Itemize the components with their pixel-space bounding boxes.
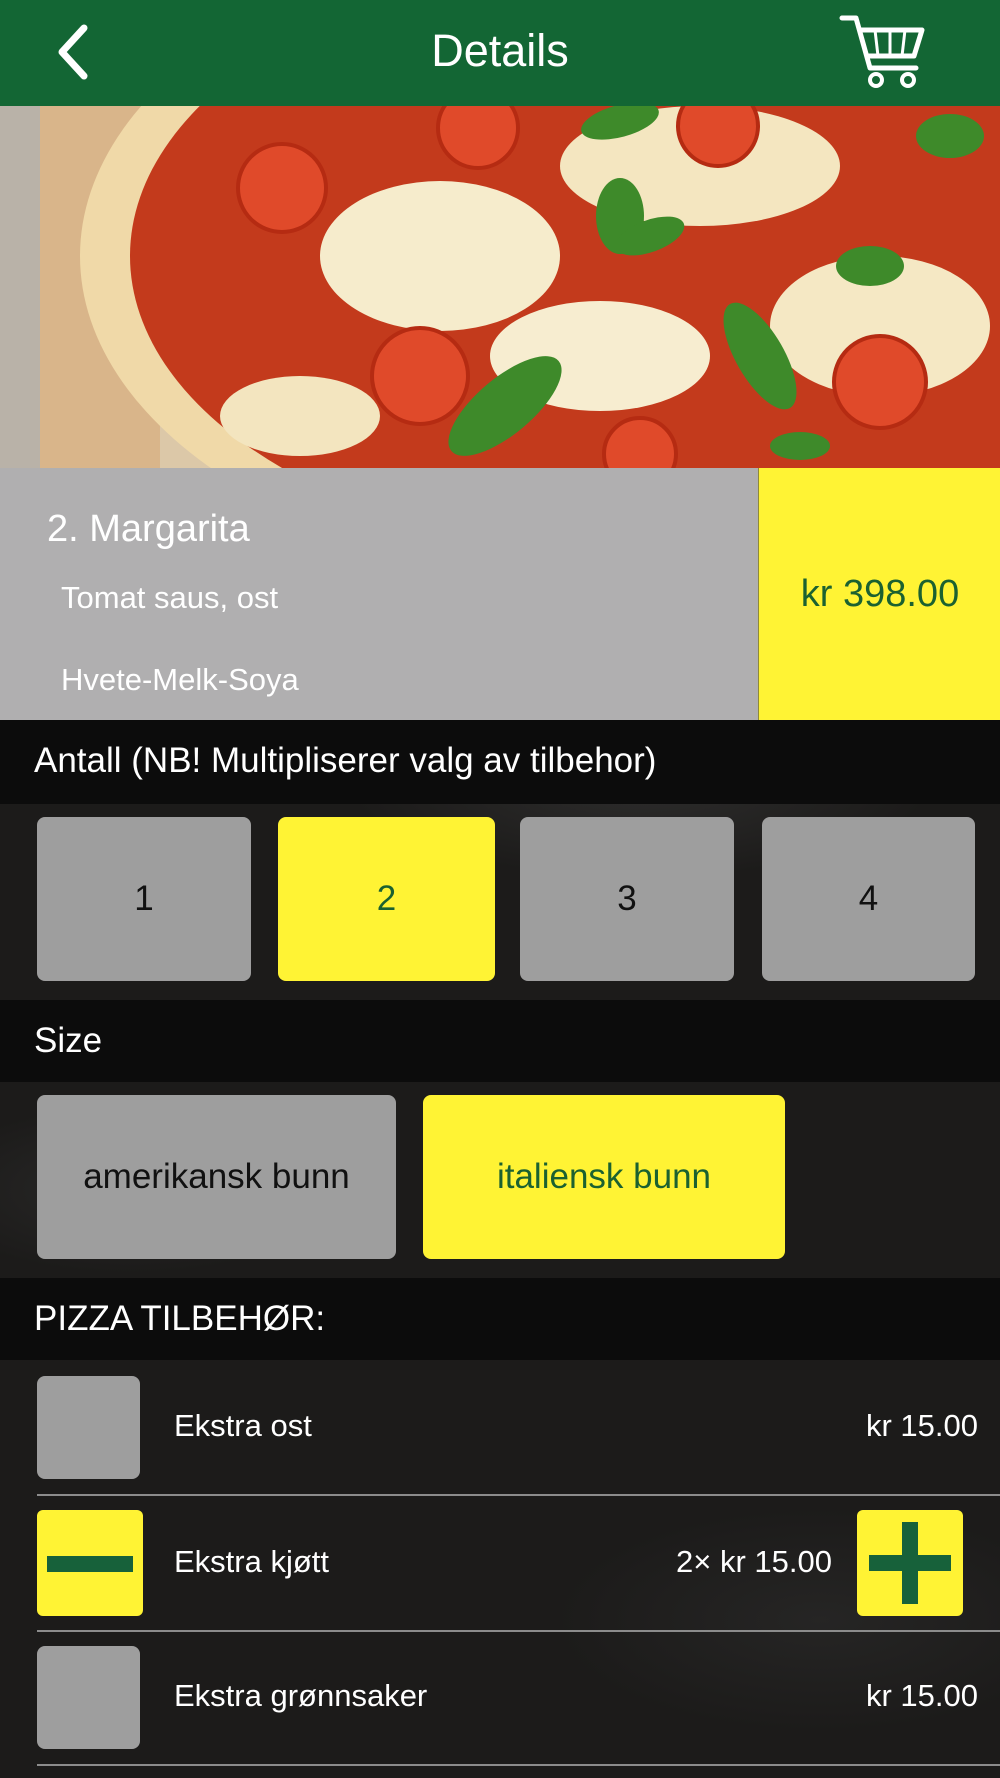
product-name: 2. Margarita — [47, 508, 250, 550]
cart-button[interactable] — [838, 12, 928, 92]
product-allergens: Hvete-Melk-Soya — [61, 662, 299, 697]
addon-name: Ekstra grønnsaker — [174, 1678, 428, 1713]
product-description: Tomat saus, ost — [61, 580, 279, 615]
decrease-button[interactable] — [37, 1510, 143, 1616]
addon-row-cheese[interactable]: Ekstra ost kr 15.00 — [0, 1360, 1000, 1496]
divider — [37, 1764, 1000, 1766]
addon-price: kr 15.00 — [865, 1408, 978, 1443]
addons-heading: PIZZA TILBEHØR: — [0, 1278, 1000, 1360]
quantity-option-2[interactable]: 2 — [278, 817, 495, 981]
size-option-italian[interactable]: italiensk bunn — [423, 1095, 785, 1259]
addon-price: kr 15.00 — [865, 1678, 978, 1713]
addon-checkbox[interactable] — [37, 1646, 140, 1749]
product-price: kr 398.00 — [800, 573, 960, 615]
top-bar: Details — [0, 0, 1000, 106]
addon-checkbox[interactable] — [37, 1376, 140, 1479]
addon-name: Ekstra kjøtt — [174, 1544, 330, 1579]
price-box: kr 398.00 — [758, 468, 1000, 720]
addon-row-vegetables[interactable]: Ekstra grønnsaker kr 15.00 — [0, 1632, 1000, 1768]
size-heading: Size — [0, 1000, 1000, 1082]
quantity-option-3[interactable]: 3 — [520, 817, 734, 981]
quantity-heading: Antall (NB! Multipliserer valg av tilbeh… — [0, 720, 1000, 804]
quantity-option-1[interactable]: 1 — [37, 817, 251, 981]
addon-row-meat[interactable]: Ekstra kjøtt 2× kr 15.00 — [0, 1496, 1000, 1632]
product-image — [0, 106, 1000, 468]
increase-button[interactable] — [857, 1510, 963, 1616]
cart-icon — [839, 15, 925, 88]
size-option-american[interactable]: amerikansk bunn — [37, 1095, 396, 1259]
addon-name: Ekstra ost — [174, 1408, 312, 1443]
product-info: 2. Margarita Tomat saus, ost Hvete-Melk-… — [0, 468, 758, 720]
addon-price: 2× kr 15.00 — [676, 1544, 832, 1579]
minus-icon — [47, 1556, 133, 1572]
quantity-option-4[interactable]: 4 — [762, 817, 975, 981]
